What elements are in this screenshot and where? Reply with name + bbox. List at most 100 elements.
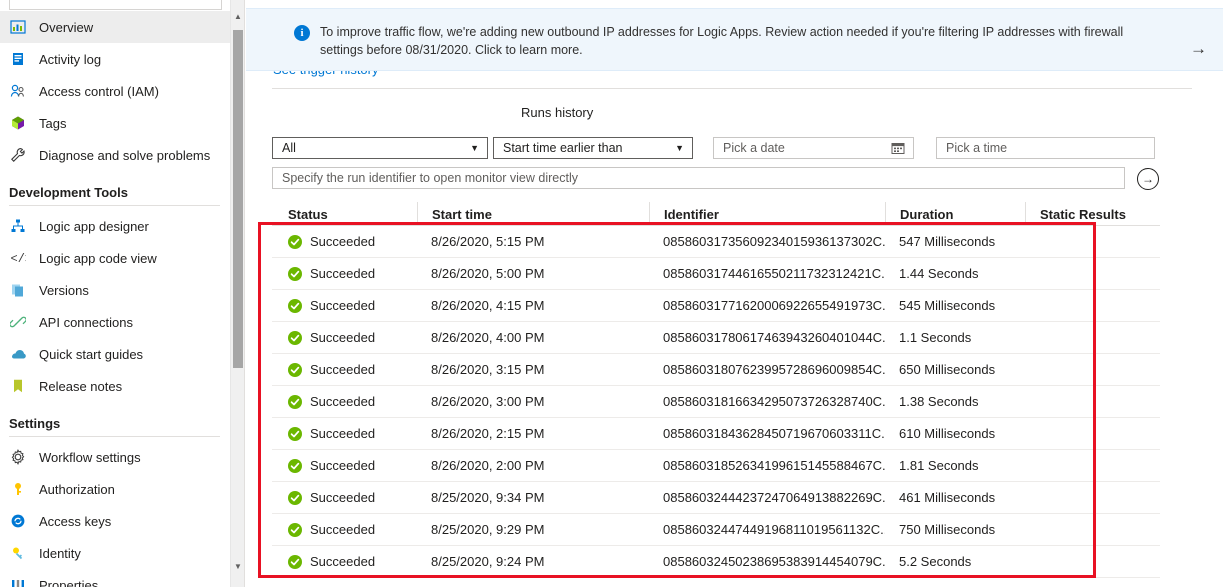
status-text: Succeeded [310,330,376,345]
sidebar-item-authorization[interactable]: Authorization [0,473,236,505]
sidebar-section-settings: Settings [9,416,61,431]
date-picker-placeholder: Pick a date [723,141,785,155]
cell-start-time: 8/26/2020, 3:00 PM [431,394,545,409]
column-header-status[interactable]: Status [272,202,417,226]
status-text: Succeeded [310,298,376,313]
cell-start-time: 8/26/2020, 5:15 PM [431,234,545,249]
info-banner[interactable]: i To improve traffic flow, we're adding … [246,8,1223,71]
cell-start-time: 8/25/2020, 9:34 PM [431,490,545,505]
tags-icon [9,114,27,132]
time-condition-dropdown[interactable]: Start time earlier than ▼ [493,137,693,159]
status-text: Succeeded [310,426,376,441]
time-picker-input[interactable]: Pick a time [936,137,1155,159]
sidebar-item-logic-app-code-view[interactable]: </> Logic app code view [0,242,236,274]
date-picker-input[interactable]: Pick a date [713,137,914,159]
table-row[interactable]: Succeeded 8/26/2020, 3:00 PM 0858603181663… [272,386,1160,418]
cell-status[interactable]: Succeeded [272,386,417,417]
cell-status[interactable]: Succeeded [272,226,417,257]
azure-portal-logic-app-overview: Overview Activity log Access control (IA… [0,0,1223,587]
sidebar-search-box[interactable] [9,0,222,10]
cell-status[interactable]: Succeeded [272,546,417,577]
table-row[interactable]: Succeeded 8/26/2020, 5:15 PM 0858603173560… [272,226,1160,258]
cell-status[interactable]: Succeeded [272,514,417,545]
sidebar-item-identity[interactable]: Identity [0,537,236,569]
cell-status[interactable]: Succeeded [272,258,417,289]
scroll-up-arrow-icon[interactable]: ▲ [231,8,244,25]
cell-duration: 545 Milliseconds [899,298,996,313]
table-row[interactable]: Succeeded 8/26/2020, 3:15 PM 0858603180762… [272,354,1160,386]
cell-duration: 1.81 Seconds [899,458,979,473]
cell-status[interactable]: Succeeded [272,290,417,321]
cell-status[interactable]: Succeeded [272,322,417,353]
column-header-duration[interactable]: Duration [885,202,1025,226]
sidebar-item-label: Logic app designer [39,218,149,234]
sidebar-item-logic-app-designer[interactable]: Logic app designer [0,210,236,242]
sidebar-nav-list: Overview Activity log Access control (IA… [0,11,236,587]
scroll-down-arrow-icon[interactable]: ▼ [231,558,244,575]
sidebar-item-access-keys[interactable]: Access keys [0,505,236,537]
run-identifier-input[interactable]: Specify the run identifier to open monit… [272,167,1125,189]
sidebar-item-overview[interactable]: Overview [0,11,236,43]
scrollbar-thumb[interactable] [233,30,243,368]
table-header-row: Status Start time Identifier Duration St… [272,202,1160,226]
cell-static-results [1025,514,1160,545]
table-row[interactable]: Succeeded 8/26/2020, 5:00 PM 0858603174461… [272,258,1160,290]
cell-identifier: 08586031816634295073726328740C... [663,394,885,409]
sidebar-item-release-notes[interactable]: Release notes [0,370,236,402]
table-row[interactable]: Succeeded 8/25/2020, 9:29 PM 0858603244744… [272,514,1160,546]
table-row[interactable]: Succeeded 8/26/2020, 2:15 PM 0858603184362… [272,418,1160,450]
cell-start-time: 8/26/2020, 3:15 PM [431,362,545,377]
info-banner-text: To improve traffic flow, we're adding ne… [320,25,1124,57]
table-row[interactable]: Succeeded 8/26/2020, 2:00 PM 0858603185263… [272,450,1160,482]
cell-identifier: 08586031771620006922655491973C... [663,298,885,313]
table-row[interactable]: Succeeded 8/26/2020, 4:15 PM 0858603177162… [272,290,1160,322]
sidebar-scrollbar[interactable]: ▲ ▼ [230,0,244,587]
status-text: Succeeded [310,458,376,473]
success-check-icon [288,554,302,569]
success-check-icon [288,458,302,473]
banner-arrow-icon[interactable]: → [1190,39,1207,59]
sidebar-item-activity-log[interactable]: Activity log [0,43,236,75]
sidebar-item-label: Logic app code view [39,250,157,266]
sidebar-item-label: Versions [39,282,89,298]
run-identifier-go-button[interactable]: → [1137,168,1159,190]
table-row[interactable]: Succeeded 8/25/2020, 9:24 PM 0858603245023… [272,546,1160,578]
cell-static-results [1025,354,1160,385]
access-control-icon [9,82,27,100]
cell-status[interactable]: Succeeded [272,354,417,385]
sidebar-item-versions[interactable]: Versions [0,274,236,306]
time-picker-placeholder: Pick a time [946,141,1008,155]
status-text: Succeeded [310,234,376,249]
cell-identifier: 08586031735609234015936137302C... [663,234,885,249]
sidebar-item-label: API connections [39,314,133,330]
sidebar-item-workflow-settings[interactable]: Workflow settings [0,441,236,473]
cell-start-time: 8/25/2020, 9:24 PM [431,554,545,569]
sidebar-item-quick-start-guides[interactable]: Quick start guides [0,338,236,370]
sidebar-item-label: Release notes [39,378,123,394]
column-header-static-results[interactable]: Static Results [1025,202,1160,226]
table-row[interactable]: Succeeded 8/26/2020, 4:00 PM 0858603178061… [272,322,1160,354]
runs-history-table: Status Start time Identifier Duration St… [272,202,1160,578]
sidebar-item-api-connections[interactable]: API connections [0,306,236,338]
cell-identifier: 08586031852634199615145588467C... [663,458,885,473]
column-header-start-time[interactable]: Start time [417,202,649,226]
sidebar-item-tags[interactable]: Tags [0,107,236,139]
status-filter-dropdown[interactable]: All ▼ [272,137,488,159]
cell-duration: 1.1 Seconds [899,330,972,345]
cell-status[interactable]: Succeeded [272,450,417,481]
status-filter-value: All [282,141,296,155]
table-row[interactable]: Succeeded 8/25/2020, 9:34 PM 0858603244423… [272,482,1160,514]
sidebar-item-properties[interactable]: Properties [0,569,236,587]
calendar-icon[interactable] [891,141,913,155]
cell-static-results [1025,482,1160,513]
sidebar-item-access-control-iam[interactable]: Access control (IAM) [0,75,236,107]
cell-status[interactable]: Succeeded [272,418,417,449]
cell-duration: 1.44 Seconds [899,266,979,281]
column-header-identifier[interactable]: Identifier [649,202,885,226]
sidebar-item-diagnose-and-solve-problems[interactable]: Diagnose and solve problems [0,139,236,171]
gear-icon [9,448,27,466]
cell-status[interactable]: Succeeded [272,482,417,513]
cell-start-time: 8/26/2020, 4:00 PM [431,330,545,345]
status-text: Succeeded [310,394,376,409]
key-icon [9,480,27,498]
